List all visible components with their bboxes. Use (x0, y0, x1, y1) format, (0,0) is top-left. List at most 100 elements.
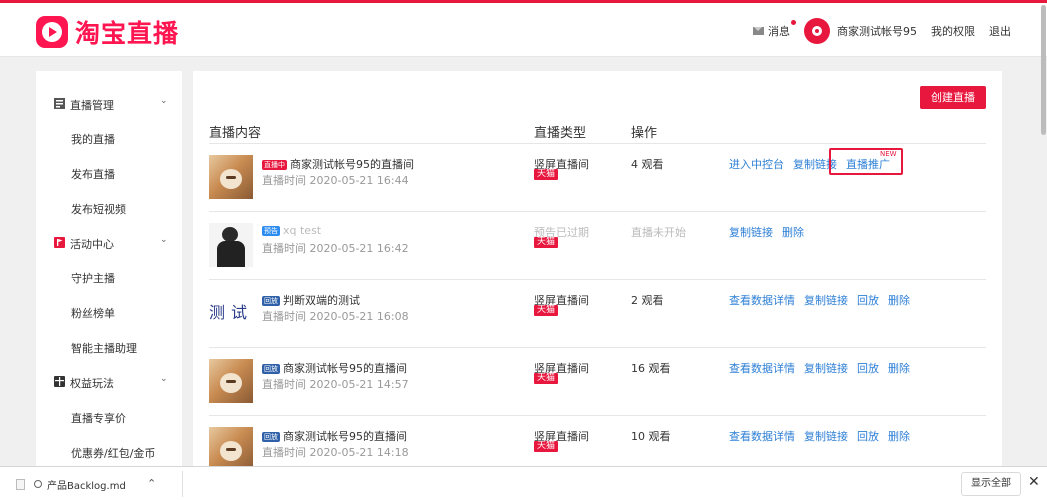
header-actions: 消息 商家测试帐号95 我的权限 退出 (753, 18, 1011, 44)
mail-icon (753, 27, 764, 35)
chevron-down-icon: ⌄ (160, 374, 168, 384)
table-row: 回放 商家测试帐号95的直播间 直播时间 2020-05-21 14:57 竖屏直… (209, 348, 986, 416)
tmall-badge: 天猫 (534, 237, 559, 248)
sidebar-item-publish-short-video[interactable]: 发布短视频 (71, 201, 126, 217)
enter-console-link[interactable]: 进入中控台 (729, 158, 784, 171)
header: 淘宝直播 消息 商家测试帐号95 我的权限 退出 (0, 3, 1047, 57)
copy-link-link[interactable]: 复制链接 (804, 362, 848, 375)
delete-link[interactable]: 删除 (888, 294, 910, 307)
live-title[interactable]: 直播中 商家测试帐号95的直播间 (262, 156, 414, 172)
view-data-link[interactable]: 查看数据详情 (729, 294, 795, 307)
live-time: 直播时间 2020-05-21 16:42 (262, 242, 409, 255)
flag-icon (54, 237, 65, 248)
copy-link-link[interactable]: 复制链接 (804, 430, 848, 443)
live-list-panel: 创建直播 直播内容 直播类型 操作 直播中 商家测试帐号95的直播间 直播时间 2… (193, 71, 1002, 471)
sidebar: 直播管理 ⌄ 我的直播 发布直播 发布短视频 活动中心 ⌄ 守护主播 粉丝榜单 … (36, 71, 182, 471)
copy-link-link[interactable]: 复制链接 (804, 294, 848, 307)
chevron-up-icon[interactable]: ⌃ (147, 477, 156, 490)
table-row: 预告 xq test 直播时间 2020-05-21 16:42 预告已过期 天猫… (209, 212, 986, 280)
permissions-link[interactable]: 我的权限 (931, 23, 975, 39)
row-actions: 复制链接 删除 (729, 224, 813, 240)
live-time: 直播时间 2020-05-21 14:57 (262, 378, 409, 391)
delete-link[interactable]: 删除 (888, 430, 910, 443)
person-thumbnail[interactable] (209, 223, 253, 267)
cat-thumbnail[interactable] (209, 155, 253, 199)
live-time: 直播时间 2020-05-21 16:44 (262, 174, 409, 187)
account-name[interactable]: 商家测试帐号95 (837, 23, 917, 39)
column-header-type: 直播类型 (534, 126, 587, 141)
create-live-button[interactable]: 创建直播 (920, 86, 986, 109)
sidebar-group-benefits[interactable]: 权益玩法 ⌄ (36, 371, 182, 393)
play-logo-icon (36, 16, 68, 48)
sidebar-group-label: 直播管理 (70, 99, 114, 112)
show-all-button[interactable]: 显示全部 (961, 472, 1021, 496)
tmall-badge: 天猫 (534, 169, 559, 180)
logo-text: 淘宝直播 (75, 19, 180, 48)
sidebar-item-smart-assistant[interactable]: 智能主播助理 (71, 340, 137, 356)
view-data-link[interactable]: 查看数据详情 (729, 362, 795, 375)
status-badge: 预告 (262, 226, 280, 236)
table-row: 直播中 商家测试帐号95的直播间 直播时间 2020-05-21 16:44 竖屏… (209, 144, 986, 212)
avatar[interactable] (804, 18, 830, 44)
live-title[interactable]: 回放 商家测试帐号95的直播间 (262, 360, 407, 376)
logout-link[interactable]: 退出 (989, 23, 1011, 39)
sidebar-item-publish-live[interactable]: 发布直播 (71, 166, 115, 182)
download-bar: 产品Backlog.md ⌃ 显示全部 ✕ (0, 466, 1047, 500)
table-row: 回放 商家测试帐号95的直播间 直播时间 2020-05-21 14:18 竖屏直… (209, 416, 986, 471)
tmall-badge: 天猫 (534, 373, 559, 384)
taobao-live-logo[interactable]: 淘宝直播 (36, 14, 179, 50)
delete-link[interactable]: 删除 (888, 362, 910, 375)
scrollbar-thumb[interactable] (1041, 5, 1046, 135)
row-actions: 查看数据详情 复制链接 回放 删除 (729, 360, 919, 376)
sidebar-item-exclusive-price[interactable]: 直播专享价 (71, 410, 126, 426)
sidebar-item-coupons[interactable]: 优惠券/红包/金币 (71, 445, 155, 461)
cat-thumbnail[interactable] (209, 427, 253, 471)
status-badge: 回放 (262, 296, 280, 306)
text-thumbnail[interactable]: 测试 (209, 291, 253, 335)
sidebar-item-fan-leaderboard[interactable]: 粉丝榜单 (71, 305, 115, 321)
chevron-down-icon: ⌄ (160, 235, 168, 245)
sidebar-item-guard-anchor[interactable]: 守护主播 (71, 270, 115, 286)
replay-link[interactable]: 回放 (857, 362, 879, 375)
download-file-name: 产品Backlog.md (47, 480, 126, 492)
sidebar-group-live-management[interactable]: 直播管理 ⌄ (36, 93, 182, 115)
replay-link[interactable]: 回放 (857, 294, 879, 307)
live-title-text: 商家测试帐号95的直播间 (283, 362, 407, 375)
sidebar-group-label: 活动中心 (70, 238, 114, 251)
clock-icon (34, 480, 42, 488)
status-badge: 回放 (262, 364, 280, 374)
viewer-count: 4 观看 (631, 158, 664, 171)
viewer-count: 直播未开始 (631, 226, 686, 239)
status-badge: 直播中 (262, 160, 287, 170)
viewer-count: 2 观看 (631, 294, 664, 307)
live-time: 直播时间 2020-05-21 16:08 (262, 310, 409, 323)
sidebar-group-activity-center[interactable]: 活动中心 ⌄ (36, 232, 182, 254)
messages-label: 消息 (768, 25, 790, 38)
view-data-link[interactable]: 查看数据详情 (729, 430, 795, 443)
table-row: 测试 回放 判断双端的测试 直播时间 2020-05-21 16:08 竖屏直播间… (209, 280, 986, 348)
page-scrollbar[interactable] (1040, 0, 1047, 160)
cat-thumbnail[interactable] (209, 359, 253, 403)
live-title[interactable]: 回放 判断双端的测试 (262, 292, 360, 308)
live-title[interactable]: 回放 商家测试帐号95的直播间 (262, 428, 407, 444)
gift-icon (54, 376, 65, 387)
live-time: 直播时间 2020-05-21 14:18 (262, 446, 409, 459)
delete-link[interactable]: 删除 (782, 226, 804, 239)
row-actions: 查看数据详情 复制链接 回放 删除 (729, 428, 919, 444)
live-title[interactable]: 预告 xq test (262, 224, 321, 237)
broadcast-icon (54, 98, 65, 109)
messages-link[interactable]: 消息 (753, 20, 796, 39)
live-title-text: 商家测试帐号95的直播间 (283, 430, 407, 443)
tmall-badge: 天猫 (534, 305, 559, 316)
new-badge: NEW (880, 150, 897, 158)
status-badge: 回放 (262, 432, 280, 442)
copy-link-link[interactable]: 复制链接 (729, 226, 773, 239)
sidebar-item-my-live[interactable]: 我的直播 (71, 131, 115, 147)
unread-dot (791, 20, 796, 25)
file-icon (16, 478, 25, 490)
tmall-badge: 天猫 (534, 441, 559, 452)
live-title-text: 判断双端的测试 (283, 294, 360, 307)
replay-link[interactable]: 回放 (857, 430, 879, 443)
close-icon[interactable]: ✕ (1028, 474, 1040, 490)
viewer-count: 10 观看 (631, 430, 671, 443)
